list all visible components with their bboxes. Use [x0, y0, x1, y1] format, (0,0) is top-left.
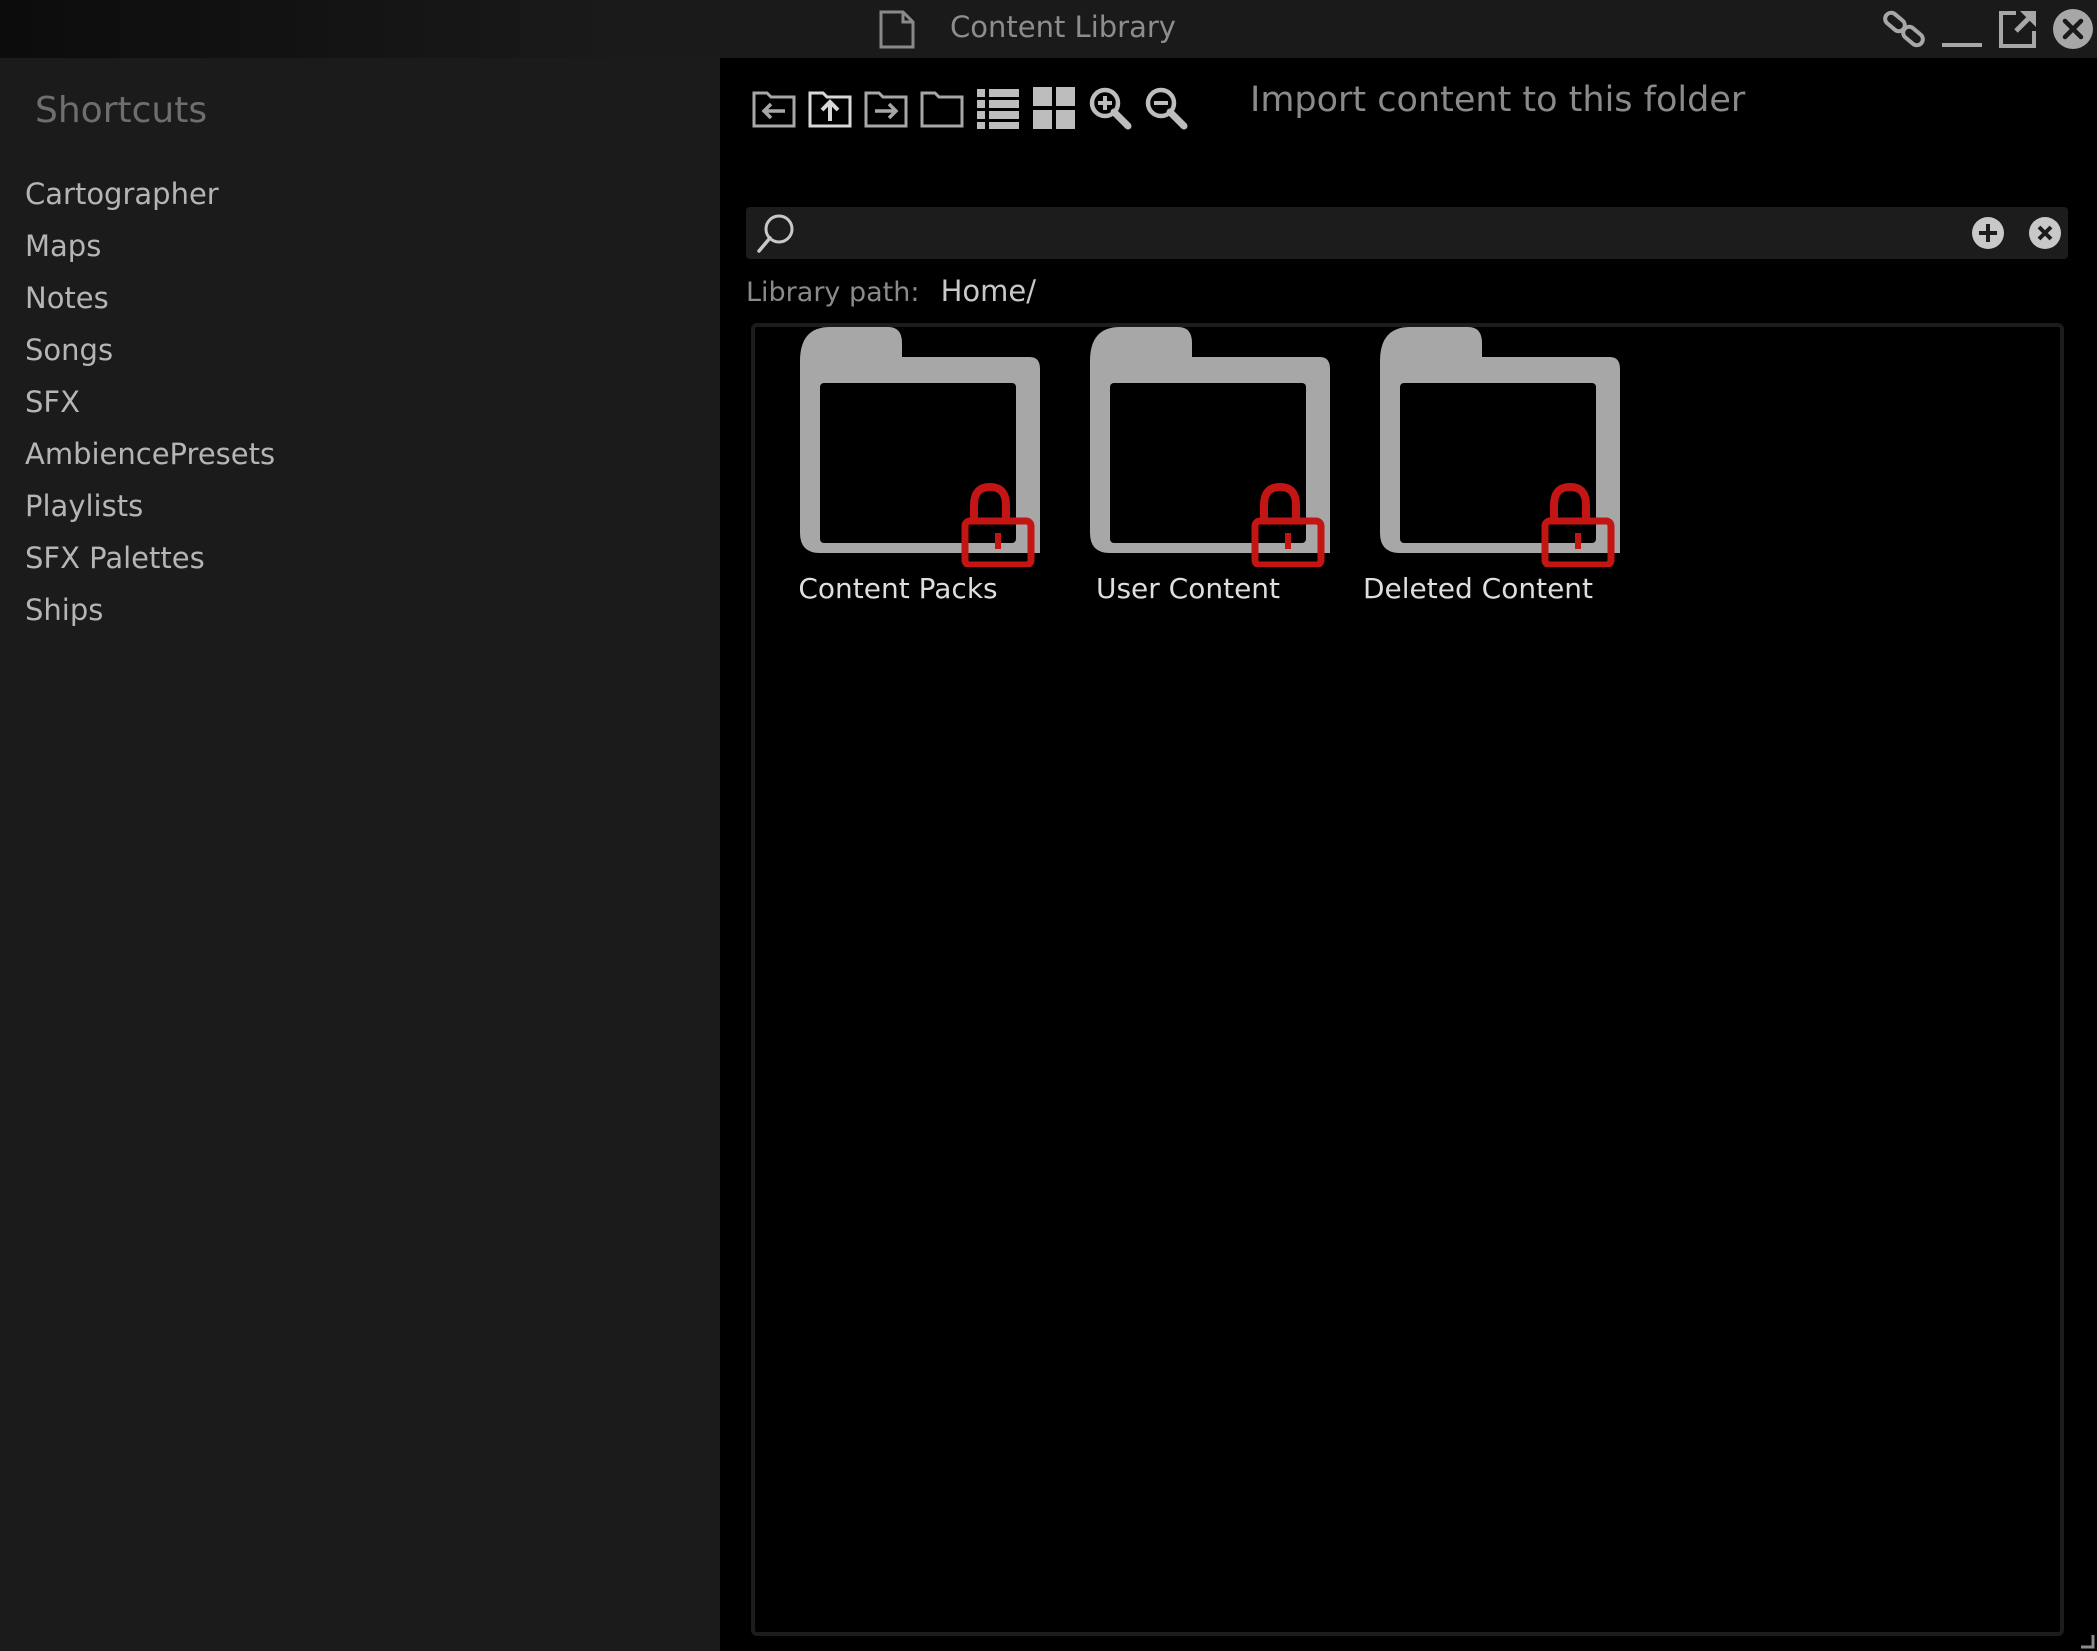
- close-button[interactable]: [2049, 5, 2097, 53]
- up-folder-button[interactable]: [802, 80, 858, 136]
- folder-label: Deleted Content: [1362, 572, 1594, 605]
- up-folder-icon: [808, 91, 852, 128]
- minimize-icon: [1942, 43, 1982, 47]
- forward-button[interactable]: [858, 80, 914, 136]
- sidebar-item-sfx[interactable]: SFX: [25, 376, 275, 428]
- list-view-icon: [977, 89, 1019, 129]
- shortcut-list: Cartographer Maps Notes Songs SFX Ambien…: [25, 168, 275, 636]
- new-folder-button[interactable]: [914, 80, 970, 136]
- folder-label: Content Packs: [798, 572, 998, 605]
- shortcuts-sidebar: Shortcuts Cartographer Maps Notes Songs …: [0, 58, 720, 1651]
- folder-deleted-content[interactable]: Deleted Content: [1343, 327, 1620, 617]
- zoom-out-icon: [1145, 87, 1188, 130]
- folder-icon: [1380, 327, 1620, 567]
- library-main-panel: Import content to this folder Library pa…: [720, 58, 2097, 1651]
- link-icon: [1883, 10, 1925, 48]
- search-input[interactable]: [806, 213, 1956, 253]
- sidebar-item-ships[interactable]: Ships: [25, 584, 275, 636]
- title-bar: Content Library: [0, 0, 2097, 58]
- link-button[interactable]: [1880, 5, 1928, 53]
- folder-icon: [800, 327, 1040, 567]
- zoom-in-button[interactable]: [1082, 80, 1138, 136]
- sidebar-item-cartographer[interactable]: Cartographer: [25, 168, 275, 220]
- sidebar-item-maps[interactable]: Maps: [25, 220, 275, 272]
- sidebar-item-songs[interactable]: Songs: [25, 324, 275, 376]
- library-path-value[interactable]: Home/: [941, 274, 1036, 308]
- grid-view-button[interactable]: [1026, 80, 1082, 136]
- clear-search-icon[interactable]: [2027, 215, 2063, 251]
- zoom-out-button[interactable]: [1138, 80, 1194, 136]
- new-folder-icon: [920, 91, 964, 128]
- forward-icon: [864, 91, 908, 128]
- sidebar-item-playlists[interactable]: Playlists: [25, 480, 275, 532]
- list-view-button[interactable]: [970, 80, 1026, 136]
- resize-grip-icon[interactable]: [2079, 1633, 2095, 1649]
- popout-button[interactable]: [1994, 5, 2042, 53]
- document-icon: [879, 10, 915, 49]
- add-filter-icon[interactable]: [1970, 215, 2006, 251]
- sidebar-item-sfx-palettes[interactable]: SFX Palettes: [25, 532, 275, 584]
- minimize-button[interactable]: [1938, 5, 1986, 53]
- back-icon: [752, 91, 796, 128]
- grid-view-icon: [1033, 87, 1075, 129]
- library-path-label: Library path:: [746, 277, 920, 308]
- import-content-button[interactable]: Import content to this folder: [1250, 80, 1745, 120]
- folder-view: Content Packs User Content Deleted Conte…: [751, 323, 2064, 1636]
- search-icon: [757, 214, 794, 253]
- sidebar-item-ambience-presets[interactable]: AmbiencePresets: [25, 428, 275, 480]
- toolbar: [746, 74, 1194, 142]
- back-button[interactable]: [746, 80, 802, 136]
- zoom-in-icon: [1089, 87, 1132, 130]
- sidebar-title: Shortcuts: [35, 90, 208, 131]
- library-path: Library path: Home/: [746, 274, 1036, 308]
- folder-icon: [1090, 327, 1330, 567]
- close-icon: [2053, 9, 2093, 49]
- window-title: Content Library: [950, 10, 1176, 44]
- folder-user-content[interactable]: User Content: [1053, 327, 1330, 617]
- folder-content-packs[interactable]: Content Packs: [763, 327, 1040, 617]
- popout-icon: [1999, 11, 2036, 48]
- folder-label: User Content: [1095, 572, 1281, 605]
- search-bar: [746, 207, 2068, 259]
- sidebar-item-notes[interactable]: Notes: [25, 272, 275, 324]
